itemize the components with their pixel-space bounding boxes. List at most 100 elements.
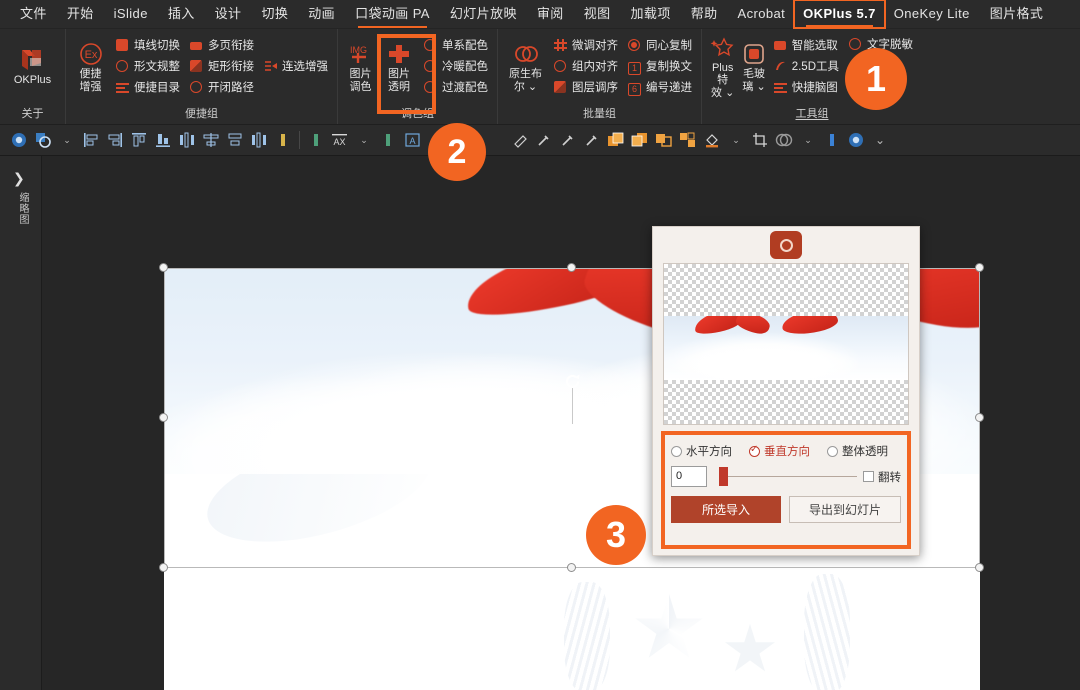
circle-icon[interactable] [845,129,867,151]
rect-join-button[interactable]: 矩形衔接 [187,58,257,76]
menu-item-insert[interactable]: 插入 [158,2,205,26]
align-top-icon[interactable] [128,129,150,151]
multiselect-button[interactable]: 连选增强 [261,58,331,76]
crop-icon[interactable] [749,129,771,151]
fill-bucket-icon[interactable] [701,129,723,151]
align-center-icon[interactable] [200,129,222,151]
selection-handle-s[interactable] [567,563,576,572]
selection-handle-ne[interactable] [975,263,984,272]
export-to-slide-button[interactable]: 导出到幻灯片 [789,496,901,523]
flip-checkbox-row[interactable]: 翻转 [863,469,901,485]
transparency-slider[interactable] [713,467,857,486]
more-caret-icon[interactable]: ⌄ [869,129,891,151]
bring-front-icon[interactable] [605,129,627,151]
menu-item-view[interactable]: 视图 [574,2,621,26]
selection-handle-e[interactable] [975,413,984,422]
menu-item-acrobat[interactable]: Acrobat [728,2,796,26]
selection-handle-nw[interactable] [159,263,168,272]
ex-icon: Ex [78,41,104,67]
bar-icon[interactable] [821,129,843,151]
menu-item-islide[interactable]: iSlide [104,2,158,26]
native-boolean-button[interactable]: 原生布 尔 ⌄ [504,39,547,95]
image-color-button[interactable]: IMG 图片 调色 [344,39,377,95]
transparency-value-input[interactable]: 0 [671,466,707,487]
eyedropper-2-icon[interactable] [557,129,579,151]
numbering-button[interactable]: 6 编号递进 [625,79,695,97]
merge-shapes-icon[interactable] [773,129,795,151]
selection-handle-sw[interactable] [159,563,168,572]
shape-text-button[interactable]: 形文规整 [113,58,183,76]
selection-handle-n[interactable] [567,263,576,272]
menu-item-onekey-lite[interactable]: OneKey Lite [884,2,980,26]
vertical-bar-icon[interactable] [377,129,399,151]
selection-handle-w[interactable] [159,413,168,422]
image-transparent-button[interactable]: 图片 透明 [381,39,417,95]
image-transparency-dialog[interactable]: 水平方向 垂直方向 整体透明 0 翻转 所选导入 导出到 [652,226,920,556]
mono-palette-button[interactable]: 单系配色 [421,37,491,55]
paint-icon[interactable] [509,129,531,151]
menu-item-transitions[interactable]: 切换 [251,2,298,26]
thumbnail-rail[interactable]: ❯ 缩略图 [0,156,42,690]
radio-horizontal[interactable]: 水平方向 [671,443,745,459]
send-back-icon[interactable] [629,129,651,151]
dropdown-caret-icon[interactable]: ⌄ [353,129,375,151]
warmcool-button[interactable]: 冷暖配色 [421,58,491,76]
menu-item-file[interactable]: 文件 [10,2,57,26]
distribute-vertical-icon[interactable] [248,129,270,151]
multipage-button[interactable]: 多页衔接 [187,37,257,55]
group-align-button[interactable]: 组内对齐 [551,58,621,76]
copy-text-button[interactable]: 1 复制换文 [625,58,695,76]
text-size-icon[interactable]: AX [329,129,351,151]
eyedropper-3-icon[interactable] [581,129,603,151]
path-button[interactable]: 开闭路径 [187,79,257,97]
size-match-icon[interactable] [272,129,294,151]
select-object-icon[interactable] [8,129,30,151]
expand-panel-icon[interactable]: ❯ [13,170,25,187]
d25-button[interactable]: 2.5D工具 [771,58,842,76]
eyedropper-icon[interactable] [533,129,555,151]
concentric-copy-button[interactable]: 同心复制 [625,37,695,55]
smart-select-button[interactable]: 智能选取 [771,37,842,55]
slider-thumb[interactable] [719,467,728,486]
toc-button[interactable]: 便捷目录 [113,79,183,97]
menu-item-addins[interactable]: 加载项 [621,2,681,26]
align-bottom-icon[interactable] [152,129,174,151]
distribute-horizontal-icon[interactable] [176,129,198,151]
ungroup-icon[interactable] [677,129,699,151]
menu-item-okplus[interactable]: OKPlus 5.7 [793,0,886,29]
dropdown-caret-icon[interactable]: ⌄ [725,129,747,151]
menu-item-home[interactable]: 开始 [57,2,104,26]
frosted-glass-button[interactable]: 毛玻 璃 ⌄ [741,39,766,95]
align-right-icon[interactable] [104,129,126,151]
plus-effects-button[interactable]: Plus特 效 ⌄ [708,33,737,101]
align-middle-icon[interactable] [224,129,246,151]
menu-item-animations[interactable]: 动画 [298,2,345,26]
layer-order-button[interactable]: 图层调序 [551,79,621,97]
menu-item-pocket-animation[interactable]: 口袋动画 PA [345,2,440,28]
textbox-icon[interactable]: A [401,129,423,151]
group-icon[interactable] [653,129,675,151]
align-left-icon[interactable] [80,129,102,151]
dropdown-caret-icon[interactable]: ⌄ [56,129,78,151]
import-selected-button[interactable]: 所选导入 [671,496,781,523]
size-match-2-icon[interactable] [305,129,327,151]
radio-horizontal-indicator [671,445,682,457]
rotate-icon[interactable] [563,372,582,391]
okplus-button[interactable]: OKPlus [6,45,59,88]
fill-swap-button[interactable]: 填线切换 [113,37,183,55]
selection-handle-se[interactable] [975,563,984,572]
gradient-palette-button[interactable]: 过渡配色 [421,79,491,97]
menu-item-picture-format[interactable]: 图片格式 [980,2,1054,26]
shape-select-icon[interactable] [32,129,54,151]
convenience-enhance-button[interactable]: Ex 便捷 增强 [72,39,109,95]
menu-item-slideshow[interactable]: 幻灯片放映 [440,2,527,26]
radio-vertical[interactable]: 垂直方向 [749,443,823,459]
dropdown-caret-icon[interactable]: ⌄ [797,129,819,151]
menu-item-design[interactable]: 设计 [205,2,252,26]
menu-item-help[interactable]: 帮助 [681,2,728,26]
fine-align-button[interactable]: 微调对齐 [551,37,621,55]
radio-overall[interactable]: 整体透明 [827,443,901,459]
menu-item-review[interactable]: 审阅 [527,2,574,26]
flip-checkbox[interactable] [863,471,874,482]
mindmap-button[interactable]: 快捷脑图 [771,79,842,97]
